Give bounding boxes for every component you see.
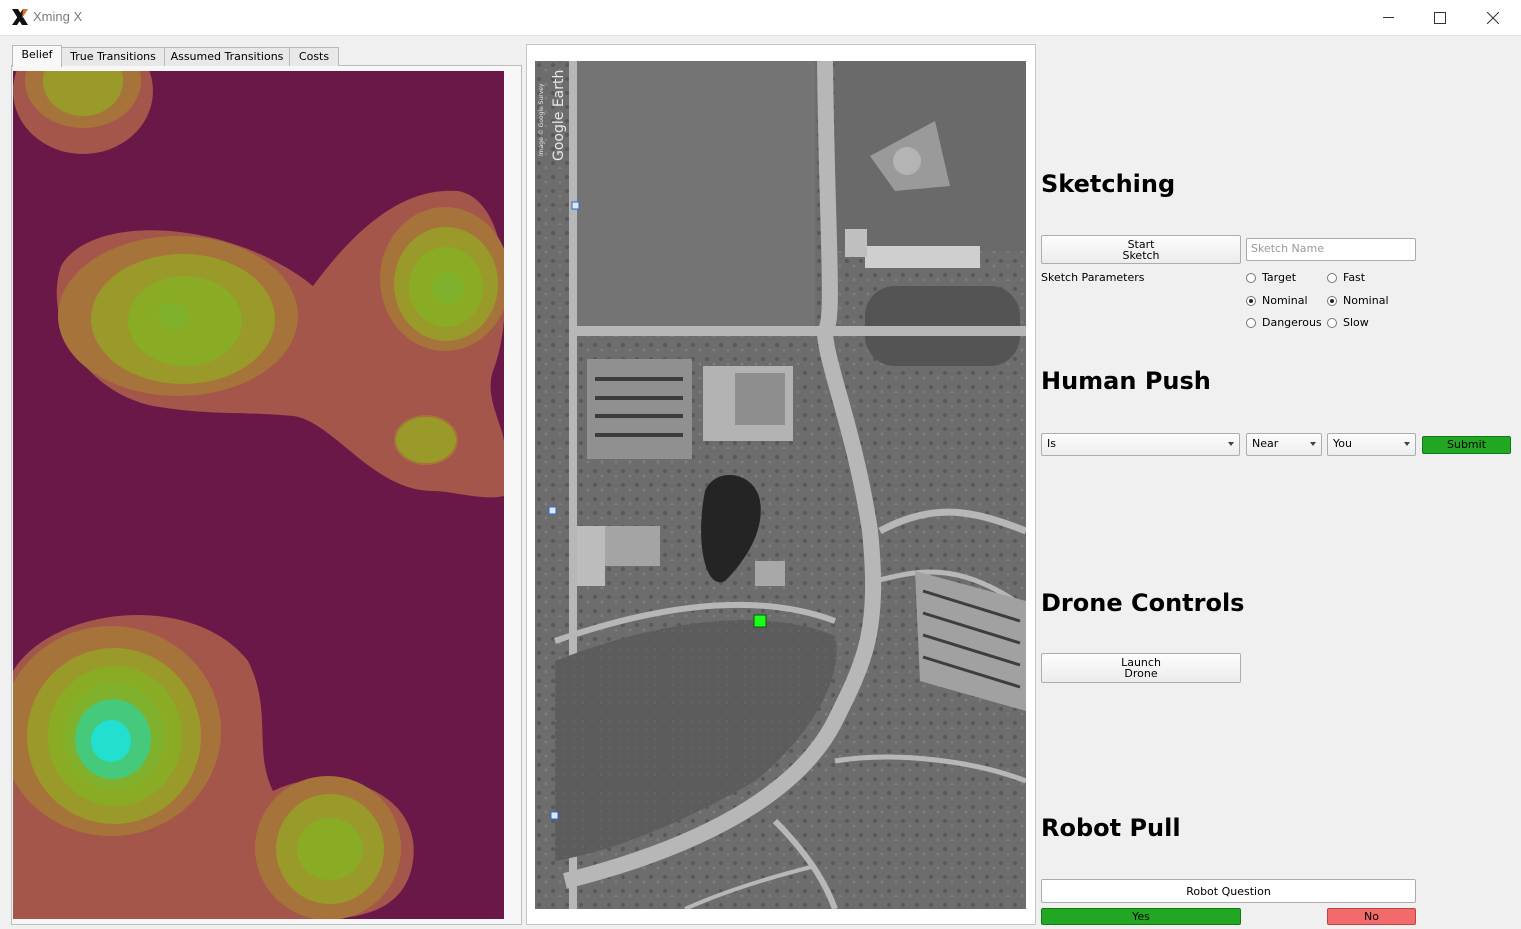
radio-nominal-type-label: Nominal xyxy=(1262,294,1308,307)
sketch-parameters-label: Sketch Parameters xyxy=(1041,271,1145,284)
chevron-down-icon xyxy=(1404,442,1410,446)
minimize-icon xyxy=(1382,17,1394,18)
radio-nominal-speed-label: Nominal xyxy=(1343,294,1389,307)
radio-nominal-type[interactable] xyxy=(1246,296,1256,306)
map-parking-lot xyxy=(587,359,692,459)
maximize-button[interactable] xyxy=(1417,0,1463,35)
tab-costs[interactable]: Costs xyxy=(289,47,339,66)
map-building-2 xyxy=(845,229,867,257)
human-push-heading: Human Push xyxy=(1041,367,1211,395)
map-marker-icon xyxy=(571,201,580,210)
map-building-1 xyxy=(865,246,980,268)
window-title: Xming X xyxy=(33,9,83,24)
map-marker-icon xyxy=(550,811,559,820)
xming-x-icon xyxy=(12,9,28,25)
robot-question-field: Robot Question xyxy=(1041,879,1416,903)
radio-fast[interactable] xyxy=(1327,273,1337,283)
start-sketch-button[interactable]: Start Sketch xyxy=(1041,235,1241,264)
sketch-name-input[interactable]: Sketch Name xyxy=(1246,238,1416,261)
map-sub-watermark: Image © Google Survey xyxy=(538,83,545,156)
push-relation-value: Near xyxy=(1252,437,1279,450)
push-object-select[interactable]: You xyxy=(1327,433,1416,456)
radio-slow-label: Slow xyxy=(1343,316,1369,329)
launch-drone-button[interactable]: Launch Drone xyxy=(1041,653,1241,683)
tab-assumed-transitions[interactable]: Assumed Transitions xyxy=(164,47,290,66)
radio-fast-label: Fast xyxy=(1343,271,1366,284)
map-field-north xyxy=(575,61,815,326)
sketching-heading: Sketching xyxy=(1041,170,1176,198)
radio-dangerous[interactable] xyxy=(1246,318,1256,328)
drone-marker[interactable] xyxy=(753,614,767,628)
radio-target[interactable] xyxy=(1246,273,1256,283)
radio-nominal-speed[interactable] xyxy=(1327,296,1337,306)
minimize-button[interactable] xyxy=(1365,0,1411,35)
chevron-down-icon xyxy=(1228,442,1234,446)
map-sw-building xyxy=(575,526,605,586)
maximize-icon xyxy=(1434,11,1446,24)
map-watermark: Google Earth xyxy=(551,70,567,161)
chevron-down-icon xyxy=(1310,442,1316,446)
drone-controls-heading: Drone Controls xyxy=(1041,589,1245,617)
radio-target-label: Target xyxy=(1262,271,1297,284)
push-object-value: You xyxy=(1333,437,1352,450)
close-button[interactable] xyxy=(1470,0,1516,35)
radio-dangerous-label: Dangerous xyxy=(1262,316,1322,329)
satellite-map[interactable]: Google Earth Image © Google Survey xyxy=(535,61,1026,909)
no-button[interactable]: No xyxy=(1327,908,1416,925)
push-verb-select[interactable]: Is xyxy=(1041,433,1240,456)
map-marker-icon xyxy=(548,506,557,515)
robot-pull-heading: Robot Pull xyxy=(1041,814,1181,842)
push-relation-select[interactable]: Near xyxy=(1246,433,1322,456)
window-titlebar: Xming X xyxy=(0,0,1521,36)
tab-belief[interactable]: Belief xyxy=(12,45,62,67)
close-icon xyxy=(1487,11,1499,24)
radio-slow[interactable] xyxy=(1327,318,1337,328)
push-verb-value: Is xyxy=(1047,437,1056,450)
submit-button[interactable]: Submit xyxy=(1422,436,1511,454)
yes-button[interactable]: Yes xyxy=(1041,908,1241,925)
belief-level-7 xyxy=(91,720,131,762)
belief-heatmap[interactable] xyxy=(13,71,504,919)
tab-true-transitions[interactable]: True Transitions xyxy=(61,47,165,66)
